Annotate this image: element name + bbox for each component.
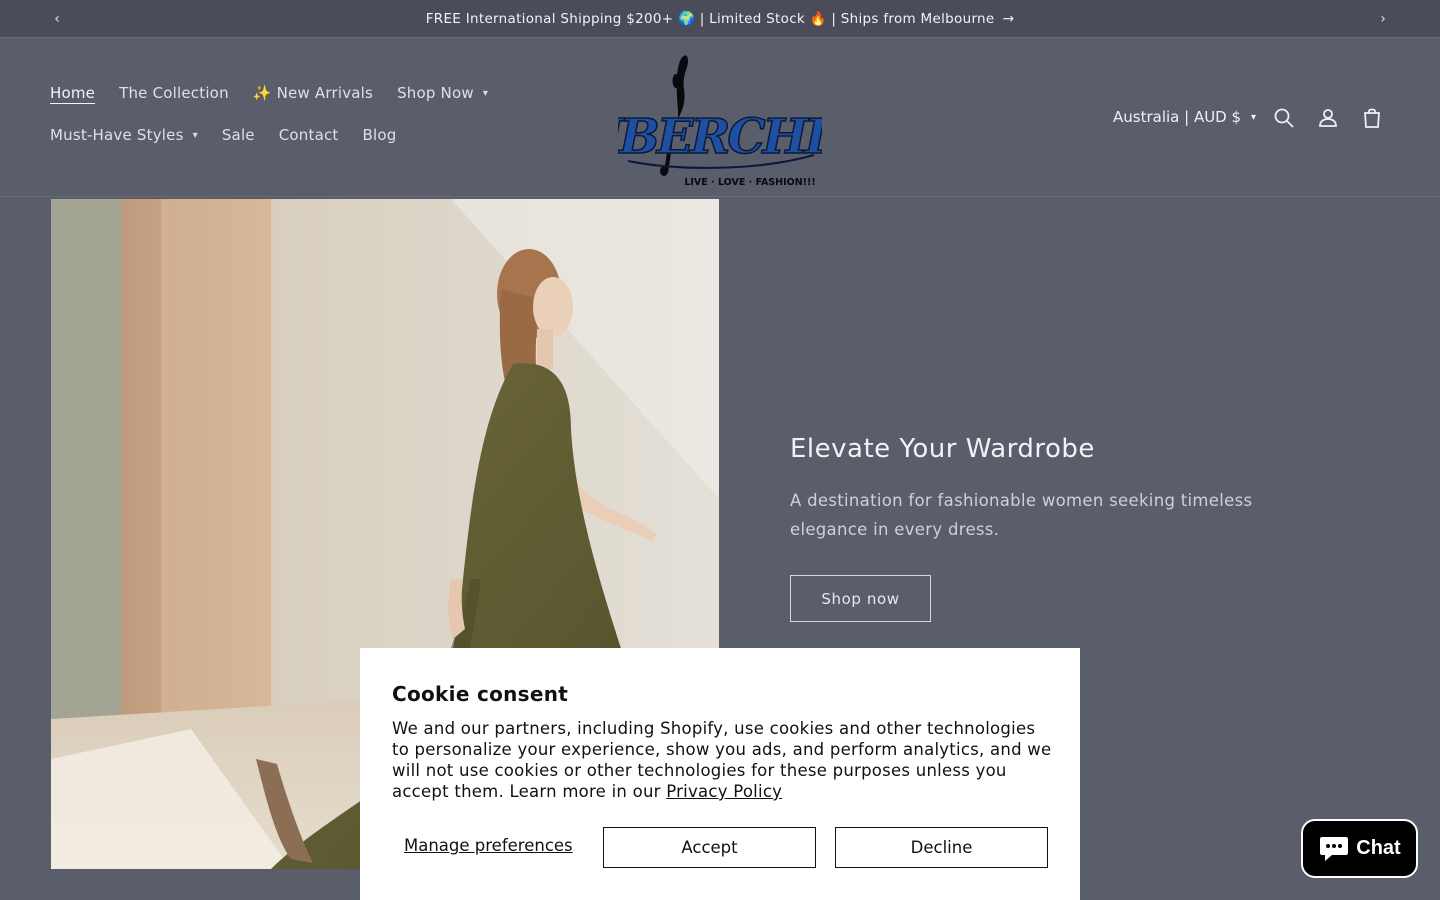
search-icon[interactable] [1272,106,1296,130]
nav-must-have-styles[interactable]: Must-Have Styles ▾ [50,126,198,144]
chevron-right-icon: › [1380,11,1386,27]
shop-now-label: Shop now [821,589,900,608]
hero-title: Elevate Your Wardrobe [790,434,1095,464]
nav-sale[interactable]: Sale [222,126,255,144]
nav-new-arrivals-label: ✨ New Arrivals [252,84,374,102]
chevron-down-icon: ▾ [482,87,489,99]
nav-the-collection-label: The Collection [119,84,229,102]
locale-label: Australia | AUD $ [1113,108,1242,126]
chevron-down-icon: ▾ [192,129,198,141]
nav-home[interactable]: Home [50,84,95,102]
logo-graphic: UBERCHIC LIVE · LOVE · FASHION!!! [580,55,866,188]
chat-bubble-icon [1320,836,1349,861]
nav-shop-now[interactable]: Shop Now ▾ [397,84,488,102]
cookie-title: Cookie consent [392,682,569,706]
chat-label: Chat [1356,837,1401,859]
chat-widget-button[interactable]: Chat [1301,819,1418,878]
country-currency-selector[interactable]: Australia | AUD $ ▾ [1113,108,1256,126]
announcement-bar: ‹ FREE International Shipping $200+ 🌍 | … [0,0,1440,38]
hero-subtitle: A destination for fashionable women seek… [790,491,1253,539]
nav-contact[interactable]: Contact [279,126,339,144]
nav-shop-now-label: Shop Now [397,84,474,102]
nav-home-label: Home [50,84,96,102]
nav-must-have-styles-label: Must-Have Styles [50,126,184,144]
nav-contact-label: Contact [278,126,339,144]
nav-blog-label: Blog [362,126,397,144]
svg-text:UBERCHIC: UBERCHIC [618,109,822,165]
announcement-prev-button[interactable]: ‹ [42,0,72,38]
announcement-next-button[interactable]: › [1368,0,1398,38]
main-menu-row-1: Home The Collection ✨ New Arrivals Shop … [50,84,512,102]
decline-label: Decline [910,838,973,857]
accept-button[interactable]: Accept [603,827,816,868]
logo-tagline: LIVE · LOVE · FASHION!!! [684,177,815,188]
nav-new-arrivals[interactable]: ✨ New Arrivals [253,84,373,102]
main-menu-row-2: Must-Have Styles ▾ Sale Contact Blog [50,126,420,144]
nav-the-collection[interactable]: The Collection [119,84,229,102]
arrow-right-icon[interactable]: → [1003,11,1015,27]
site-logo[interactable]: UBERCHIC LIVE · LOVE · FASHION!!! [580,49,866,189]
nav-blog[interactable]: Blog [363,126,397,144]
cart-icon[interactable] [1360,106,1384,130]
announcement-text[interactable]: FREE International Shipping $200+ 🌍 | Li… [426,11,995,27]
chevron-down-icon: ▾ [1251,111,1257,123]
cookie-consent-banner: Cookie consent We and our partners, incl… [360,648,1080,900]
nav-sale-label: Sale [221,126,255,144]
cookie-body: We and our partners, including Shopify, … [392,718,1052,802]
chevron-left-icon: ‹ [54,11,60,27]
shop-now-button[interactable]: Shop now [790,575,931,622]
accept-label: Accept [681,838,738,857]
privacy-policy-link[interactable]: Privacy Policy [666,782,782,801]
manage-preferences-link[interactable]: Manage preferences [404,836,573,855]
decline-button[interactable]: Decline [835,827,1048,868]
site-header: Home The Collection ✨ New Arrivals Shop … [0,39,1440,197]
account-icon[interactable] [1316,106,1340,130]
